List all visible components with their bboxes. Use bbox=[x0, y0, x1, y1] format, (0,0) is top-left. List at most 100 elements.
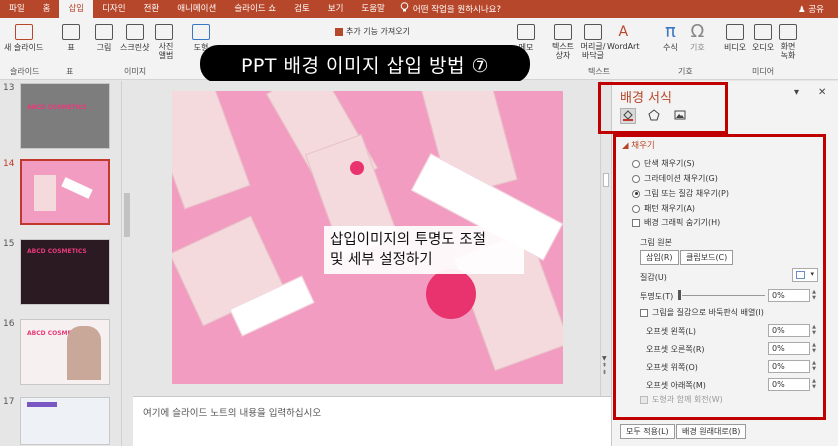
table-group-label: 표 bbox=[66, 67, 74, 76]
slide-thumbnail-15[interactable]: ABCD COSMETICS bbox=[20, 239, 110, 305]
scrollbar-thumb[interactable] bbox=[124, 193, 130, 237]
lightbulb-icon bbox=[400, 2, 409, 16]
screen-record-icon bbox=[779, 24, 797, 40]
slide-thumbnail-13[interactable]: ABCD COSMETICS bbox=[20, 83, 110, 149]
table-icon bbox=[62, 24, 80, 40]
slide-thumbnail-16[interactable]: ABCD COSMETICS bbox=[20, 319, 110, 385]
equation-button[interactable]: π 수식 bbox=[663, 22, 678, 53]
share-label: 공유 bbox=[808, 5, 824, 15]
tube-cap bbox=[350, 161, 364, 175]
slide-overlay-text: 삽입이미지의 투명도 조절 및 세부 설정하기 bbox=[324, 226, 524, 274]
addin-button[interactable]: 추가 기능 가져오기 bbox=[335, 26, 410, 37]
thumb-tube-shape bbox=[61, 177, 93, 199]
tab-view[interactable]: 보기 bbox=[319, 0, 353, 18]
pi-icon: π bbox=[664, 21, 676, 42]
table-button[interactable]: 표 bbox=[62, 24, 80, 53]
textbox-button[interactable]: 텍스트 상자 bbox=[550, 24, 576, 60]
title-banner: PPT 배경 이미지 삽입 방법 ⑦ bbox=[200, 45, 530, 83]
tab-transitions[interactable]: 전환 bbox=[135, 0, 169, 18]
thumb-number: 17 bbox=[3, 397, 15, 407]
thumb-text: ABCD COSMETICS bbox=[27, 248, 87, 255]
video-icon bbox=[726, 24, 745, 40]
speaker-icon bbox=[754, 24, 773, 40]
slide-thumbnail-17[interactable] bbox=[20, 397, 110, 445]
tab-slideshow[interactable]: 슬라이드 쇼 bbox=[225, 0, 285, 18]
pane-options-icon[interactable]: ▾ bbox=[794, 87, 799, 98]
textbox-label: 텍스트 상자 bbox=[551, 42, 575, 60]
addin-label: 추가 기능 가져오기 bbox=[346, 27, 410, 36]
picture-label: 그림 bbox=[96, 43, 112, 52]
shapes-icon bbox=[192, 24, 210, 40]
screen-record-button[interactable]: 화면 녹화 bbox=[779, 24, 797, 60]
thumb-box-shape bbox=[34, 175, 56, 211]
screen-record-label: 화면 녹화 bbox=[780, 42, 796, 60]
video-button[interactable]: 비디오 bbox=[724, 24, 746, 53]
thumb-number: 15 bbox=[3, 239, 15, 249]
media-group-label: 미디어 bbox=[752, 67, 775, 76]
slide-thumbnails-panel: 13 ABCD COSMETICS 14 15 ABCD COSMETICS 1… bbox=[0, 81, 133, 446]
audio-label: 오디오 bbox=[752, 43, 775, 52]
screenshot-icon bbox=[125, 24, 144, 40]
product-box bbox=[172, 91, 251, 210]
wordart-label: WordArt bbox=[607, 42, 640, 51]
tab-help[interactable]: 도움말 bbox=[352, 0, 393, 18]
highlight-box-fill-options bbox=[613, 134, 826, 420]
wordart-icon: A bbox=[618, 24, 629, 40]
notes-placeholder: 여기에 슬라이드 노트의 내용을 입력하십시오 bbox=[143, 408, 322, 419]
thumb-text: ABCD COSMETICS bbox=[27, 104, 87, 111]
tube-cap bbox=[426, 269, 476, 319]
apply-all-button[interactable]: 모두 적용(L) bbox=[620, 424, 675, 439]
thumb-number: 13 bbox=[3, 83, 15, 93]
picture-icon bbox=[95, 24, 113, 40]
tab-review[interactable]: 검토 bbox=[285, 0, 319, 18]
header-footer-button[interactable]: 머리글/ 바닥글 bbox=[578, 24, 608, 60]
slide-group-label: 슬라이드 bbox=[10, 67, 40, 76]
highlight-box-pane-header bbox=[598, 82, 728, 134]
tab-insert[interactable]: 삽입 bbox=[59, 0, 94, 18]
scroll-arrows-icon[interactable]: ▼ ⇞ ⇟ bbox=[602, 355, 607, 376]
header-footer-label: 머리글/ 바닥글 bbox=[580, 42, 606, 60]
omega-icon: Ω bbox=[690, 21, 705, 42]
tab-file[interactable]: 파일 bbox=[0, 0, 34, 18]
tell-me-text: 어떤 작업을 원하시나요? bbox=[412, 5, 502, 15]
scrollbar-thumb[interactable] bbox=[603, 173, 609, 187]
new-slide-icon bbox=[14, 24, 33, 40]
symbol-button[interactable]: Ω 기호 bbox=[690, 22, 705, 53]
screenshot-button[interactable]: 스크린샷 bbox=[120, 24, 149, 53]
slide-edit-area: 삽입이미지의 투명도 조절 및 세부 설정하기 bbox=[133, 81, 600, 396]
notes-pane[interactable]: 여기에 슬라이드 노트의 내용을 입력하십시오 bbox=[133, 396, 611, 446]
audio-button[interactable]: 오디오 bbox=[752, 24, 774, 53]
store-icon bbox=[335, 27, 343, 36]
tab-animations[interactable]: 애니메이션 bbox=[168, 0, 225, 18]
thumb-header-bar bbox=[27, 402, 57, 407]
equation-label: 수식 bbox=[663, 43, 678, 52]
tab-design[interactable]: 디자인 bbox=[93, 0, 134, 18]
wordart-button[interactable]: A WordArt bbox=[607, 24, 639, 51]
thumbnails-scrollbar[interactable] bbox=[121, 81, 132, 446]
new-slide-label: 새 슬라이드 bbox=[4, 43, 44, 52]
textbox-icon bbox=[554, 24, 572, 40]
text-group-label: 텍스트 bbox=[588, 67, 611, 76]
share-button[interactable]: ♟ 공유 bbox=[798, 3, 824, 15]
comment-icon bbox=[517, 24, 535, 40]
symbol-group-label: 기호 bbox=[678, 67, 693, 76]
picture-button[interactable]: 그림 bbox=[95, 24, 113, 53]
album-icon bbox=[155, 24, 173, 40]
slide-canvas[interactable]: 삽입이미지의 투명도 조절 및 세부 설정하기 bbox=[172, 91, 563, 384]
symbol-label: 기호 bbox=[690, 43, 705, 52]
reset-background-button[interactable]: 배경 원래대로(B) bbox=[676, 424, 747, 439]
slide-thumbnail-14[interactable] bbox=[20, 159, 110, 225]
thumb-portrait bbox=[67, 326, 101, 380]
album-button[interactable]: 사진 앨범 bbox=[155, 24, 173, 60]
table-label: 표 bbox=[67, 43, 75, 52]
ribbon-tab-bar: 파일 홈 삽입 디자인 전환 애니메이션 슬라이드 쇼 검토 보기 도움말 어떤… bbox=[0, 0, 838, 18]
album-label: 사진 앨범 bbox=[158, 42, 174, 60]
close-icon[interactable]: ✕ bbox=[818, 87, 826, 98]
tab-home[interactable]: 홈 bbox=[34, 0, 60, 18]
new-slide-button[interactable]: 새 슬라이드 bbox=[4, 24, 43, 53]
thumb-number: 14 bbox=[3, 159, 15, 169]
tell-me-box[interactable]: 어떤 작업을 원하시나요? bbox=[400, 2, 501, 16]
video-label: 비디오 bbox=[724, 43, 747, 52]
overlay-text-content: 삽입이미지의 투명도 조절 및 세부 설정하기 bbox=[330, 232, 486, 268]
image-group-label: 이미지 bbox=[124, 67, 147, 76]
